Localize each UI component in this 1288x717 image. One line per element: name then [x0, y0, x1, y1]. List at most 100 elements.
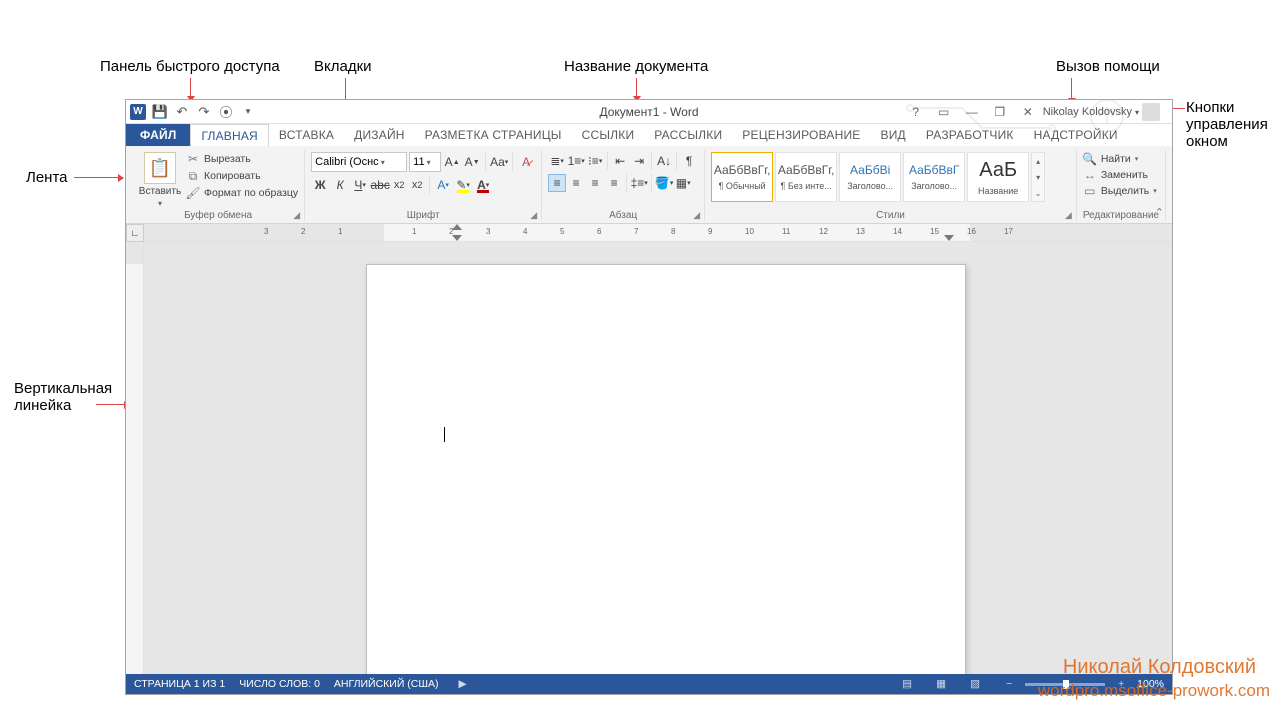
font-color-button[interactable]: A▾ [474, 176, 492, 194]
horizontal-ruler[interactable]: 3211234567891011121314151617 [144, 224, 1172, 242]
user-account[interactable]: Nikolay Koldovsky▾ [1043, 103, 1160, 121]
align-left-button[interactable]: ≡ [548, 174, 566, 192]
style-normal[interactable]: АаБбВвГг, ¶ Обычный [711, 152, 773, 202]
align-right-button[interactable]: ≡ [586, 174, 604, 192]
clipboard-dialog-launcher[interactable]: ◢ [293, 210, 300, 221]
shading-button[interactable]: 🪣▾ [655, 174, 673, 192]
paragraph-dialog-launcher[interactable]: ◢ [693, 210, 700, 221]
tab-references[interactable]: ССЫЛКИ [572, 124, 645, 146]
multilevel-list-button[interactable]: ⁝≡▾ [586, 152, 604, 170]
replace-button[interactable]: ↔Заменить [1083, 168, 1157, 182]
group-editing: 🔍Найти▾ ↔Заменить ▭Выделить▾ Редактирова… [1077, 150, 1166, 221]
group-font: Calibri (Оснс▾ 11▾ A▲ A▼ Aa▾ A̷ Ж К Ч▾ a… [305, 150, 542, 221]
status-page[interactable]: СТРАНИЦА 1 ИЗ 1 [134, 678, 225, 690]
styles-dialog-launcher[interactable]: ◢ [1065, 210, 1072, 221]
format-painter-button[interactable]: 🖌Формат по образцу [186, 186, 298, 200]
increase-indent-button[interactable]: ⇥ [630, 152, 648, 170]
cut-button[interactable]: ✂Вырезать [186, 152, 298, 166]
read-mode-button[interactable]: ▤ [897, 676, 917, 692]
tab-page-layout[interactable]: РАЗМЕТКА СТРАНИЦЫ [415, 124, 572, 146]
scissors-icon: ✂ [186, 152, 200, 166]
word-window: W 💾 ↶ ↷ ⦿ ▾ Документ1 - Word ? ▭ — ❐ ✕ N… [125, 99, 1173, 695]
tab-design[interactable]: ДИЗАЙН [344, 124, 415, 146]
highlight-button[interactable]: ✎▾ [454, 176, 472, 194]
shrink-font-button[interactable]: A▼ [463, 153, 481, 171]
underline-button[interactable]: Ч▾ [351, 176, 369, 194]
status-language[interactable]: АНГЛИЙСКИЙ (США) [334, 678, 439, 690]
ruler-tick: 12 [819, 227, 828, 236]
find-button[interactable]: 🔍Найти▾ [1083, 152, 1157, 166]
status-word-count[interactable]: ЧИСЛО СЛОВ: 0 [239, 678, 320, 690]
font-name-value: Calibri (Оснс [315, 156, 379, 168]
superscript-button[interactable]: x2 [409, 177, 425, 193]
text-effects-button[interactable]: A▾ [434, 176, 452, 194]
tab-mailings[interactable]: РАССЫЛКИ [644, 124, 732, 146]
tab-developer[interactable]: РАЗРАБОТЧИК [916, 124, 1024, 146]
ruler-tick: 3 [264, 227, 268, 236]
font-dialog-launcher[interactable]: ◢ [530, 210, 537, 221]
ribbon-display-button[interactable]: ▭ [931, 102, 957, 122]
style-name: ¶ Обычный [719, 181, 766, 191]
group-clipboard: 📋 Вставить ▾ ✂Вырезать ⧉Копировать 🖌Форм… [132, 150, 305, 221]
italic-button[interactable]: К [331, 176, 349, 194]
tab-addins[interactable]: НАДСТРОЙКИ [1024, 124, 1128, 146]
ruler-tick: 16 [967, 227, 976, 236]
style-heading2[interactable]: АаБбВвГЗаголово... [903, 152, 965, 202]
align-center-button[interactable]: ≡ [567, 174, 585, 192]
redo-icon[interactable]: ↷ [196, 104, 212, 120]
ruler-tick: 17 [1004, 227, 1013, 236]
help-button[interactable]: ? [903, 102, 929, 122]
copy-button[interactable]: ⧉Копировать [186, 169, 298, 183]
clear-formatting-button[interactable]: A̷ [517, 153, 535, 171]
close-button[interactable]: ✕ [1015, 102, 1041, 122]
tab-review[interactable]: РЕЦЕНЗИРОВАНИЕ [732, 124, 870, 146]
macro-record-icon[interactable]: ▶ [453, 676, 473, 692]
tab-home[interactable]: ГЛАВНАЯ [190, 124, 268, 147]
save-icon[interactable]: 💾 [152, 104, 168, 120]
tab-insert[interactable]: ВСТАВКА [269, 124, 344, 146]
tab-view[interactable]: ВИД [871, 124, 916, 146]
ruler-tick: 10 [745, 227, 754, 236]
vertical-ruler[interactable] [126, 242, 144, 674]
styles-more-button[interactable]: ▴▾⌄ [1031, 152, 1045, 202]
undo-icon[interactable]: ↶ [174, 104, 190, 120]
subscript-button[interactable]: x2 [391, 177, 407, 193]
grow-font-button[interactable]: A▲ [443, 153, 461, 171]
word-logo-icon: W [130, 104, 146, 120]
numbering-button[interactable]: 1≡▾ [567, 152, 585, 170]
style-preview: АаБбВвГг, [714, 163, 771, 177]
annotation-vruler: Вертикальная линейка [14, 380, 94, 414]
document-page[interactable] [366, 264, 966, 674]
paste-button[interactable]: 📋 Вставить ▾ [138, 152, 182, 208]
style-name: Заголово... [847, 181, 893, 191]
change-case-button[interactable]: Aa▾ [490, 153, 508, 171]
style-heading1[interactable]: АаБбВіЗаголово... [839, 152, 901, 202]
line-spacing-button[interactable]: ‡≡▾ [630, 174, 648, 192]
sort-button[interactable]: A↓ [655, 152, 673, 170]
touch-mode-icon[interactable]: ⦿ [218, 104, 234, 120]
select-button[interactable]: ▭Выделить▾ [1083, 184, 1157, 198]
bold-button[interactable]: Ж [311, 176, 329, 194]
maximize-button[interactable]: ❐ [987, 102, 1013, 122]
find-icon: 🔍 [1083, 152, 1097, 166]
tab-selector[interactable]: ∟ [126, 224, 144, 242]
bullets-button[interactable]: ≣▾ [548, 152, 566, 170]
decrease-indent-button[interactable]: ⇤ [611, 152, 629, 170]
font-size-combo[interactable]: 11▾ [409, 152, 441, 172]
minimize-button[interactable]: — [959, 102, 985, 122]
web-layout-button[interactable]: ▧ [965, 676, 985, 692]
style-no-spacing[interactable]: АаБбВвГг,¶ Без инте... [775, 152, 837, 202]
show-marks-button[interactable]: ¶ [680, 152, 698, 170]
qat-customize-icon[interactable]: ▾ [240, 104, 256, 120]
tab-file[interactable]: ФАЙЛ [126, 124, 190, 146]
style-title[interactable]: АаБНазвание [967, 152, 1029, 202]
borders-button[interactable]: ▦▾ [674, 174, 692, 192]
ruler-tick: 15 [930, 227, 939, 236]
justify-button[interactable]: ≡ [605, 174, 623, 192]
print-layout-button[interactable]: ▦ [931, 676, 951, 692]
zoom-out-button[interactable]: − [999, 676, 1019, 692]
ruler-tick: 2 [449, 227, 453, 236]
collapse-ribbon-button[interactable]: ⌃ [1155, 206, 1164, 219]
strikethrough-button[interactable]: abc [371, 176, 389, 194]
font-name-combo[interactable]: Calibri (Оснс▾ [311, 152, 407, 172]
